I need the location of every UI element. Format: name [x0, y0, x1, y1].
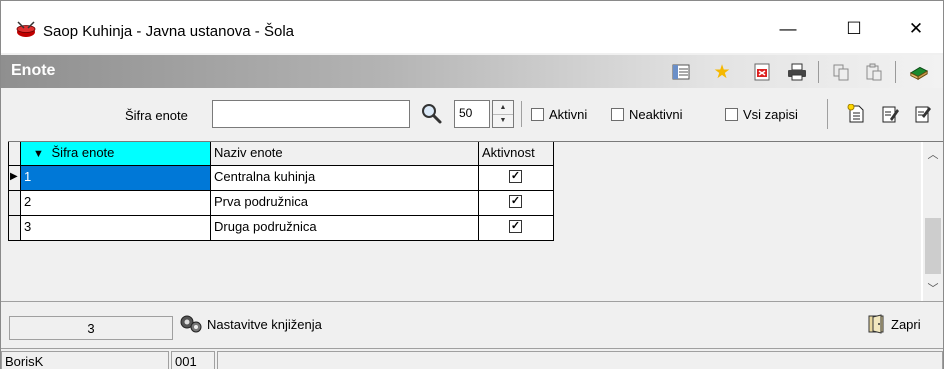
aktivnost-checkbox[interactable]: ✓	[509, 220, 522, 233]
help-book-icon[interactable]	[909, 63, 929, 81]
column-header-naziv[interactable]: Naziv enote	[211, 142, 479, 166]
star-icon[interactable]: ★	[712, 62, 732, 83]
cell-aktivnost[interactable]: ✓	[479, 166, 554, 191]
spinner-up-icon[interactable]: ▲	[493, 101, 513, 115]
scroll-thumb[interactable]	[925, 218, 941, 274]
paste-icon[interactable]	[864, 63, 884, 81]
column-header-sifra-label: Šifra enote	[51, 145, 115, 160]
cell-sifra[interactable]: 2	[21, 191, 211, 216]
vertical-scrollbar[interactable]: ︿ ﹀	[923, 142, 943, 301]
spinner-down-icon[interactable]: ▼	[493, 114, 513, 127]
sifra-enote-label: Šifra enote	[125, 108, 188, 123]
new-record-icon[interactable]	[847, 104, 865, 124]
filter-separator	[521, 101, 522, 127]
form-footer: 3 Nastavitve knjiženja Zapri	[1, 301, 943, 348]
status-message	[217, 351, 943, 369]
vsi-zapisi-checkbox[interactable]	[725, 108, 738, 121]
door-close-icon	[868, 314, 884, 334]
row-indicator	[8, 191, 21, 216]
aktivni-checkbox[interactable]	[531, 108, 544, 121]
cell-naziv[interactable]: Prva podružnica	[211, 191, 479, 216]
aktivnost-checkbox[interactable]: ✓	[509, 195, 522, 208]
toolbar-separator	[895, 61, 896, 83]
row-indicator	[8, 216, 21, 241]
cell-aktivnost[interactable]: ✓	[479, 216, 554, 241]
grid-corner	[8, 142, 21, 166]
aktivnost-checkbox[interactable]: ✓	[509, 170, 522, 183]
column-header-aktivnost[interactable]: Aktivnost	[479, 142, 554, 166]
delete-record-icon[interactable]	[914, 104, 932, 124]
app-drum-icon	[16, 21, 36, 37]
status-bar: BorisK 001	[1, 348, 943, 369]
current-row-indicator: ▶	[8, 166, 21, 191]
column-header-sifra[interactable]: ▼ Šifra enote	[21, 142, 211, 166]
zapri-button[interactable]: Zapri	[867, 314, 921, 334]
minimize-button[interactable]: —	[765, 11, 811, 47]
copy-icon[interactable]	[831, 63, 851, 81]
aktivni-label: Aktivni	[549, 107, 588, 122]
gears-icon	[180, 315, 202, 333]
close-window-button[interactable]: ✕	[893, 11, 939, 47]
cell-sifra[interactable]: 3	[21, 216, 211, 241]
maximize-button[interactable]: ☐	[831, 11, 877, 47]
status-user: BorisK	[1, 351, 169, 369]
zapri-label: Zapri	[891, 316, 921, 332]
window-title: Saop Kuhinja - Javna ustanova - Šola	[43, 23, 294, 40]
print-icon[interactable]	[787, 63, 807, 81]
record-count: 3	[9, 316, 173, 340]
cell-naziv[interactable]: Centralna kuhinja	[211, 166, 479, 191]
filter-bar: Šifra enote 50 ▲ ▼ Aktivni Neaktivni Vsi…	[1, 89, 943, 141]
list-settings-icon[interactable]	[671, 63, 691, 81]
record-limit-input[interactable]: 50	[454, 100, 490, 128]
form-title: Enote	[11, 62, 56, 79]
neaktivni-label: Neaktivni	[629, 107, 683, 122]
nastavitve-knjizenja-label: Nastavitve knjiženja	[207, 316, 322, 332]
title-bar: Saop Kuhinja - Javna ustanova - Šola — ☐…	[1, 1, 943, 53]
cell-aktivnost[interactable]: ✓	[479, 191, 554, 216]
filter-separator	[827, 99, 828, 129]
record-limit-spinner[interactable]: ▲ ▼	[492, 100, 514, 128]
edit-record-icon[interactable]	[881, 104, 899, 124]
cell-naziv[interactable]: Druga podružnica	[211, 216, 479, 241]
app-window: Saop Kuhinja - Javna ustanova - Šola — ☐…	[0, 0, 944, 369]
column-header-aktivnost-label: Aktivnost	[482, 145, 535, 160]
export-pdf-icon[interactable]	[752, 63, 772, 81]
grid-body: ▼ Šifra enote Naziv enote Aktivnost ▶ 1 …	[8, 142, 921, 301]
form-header: Enote ★	[1, 55, 943, 88]
sort-desc-icon: ▼	[33, 148, 44, 160]
nastavitve-knjizenja-button[interactable]: Nastavitve knjiženja	[179, 314, 322, 334]
cell-sifra[interactable]: 1	[21, 166, 211, 191]
column-header-naziv-label: Naziv enote	[214, 145, 283, 160]
sifra-enote-input[interactable]	[212, 100, 410, 128]
vsi-zapisi-label: Vsi zapisi	[743, 107, 798, 122]
status-code: 001	[171, 351, 215, 369]
search-icon[interactable]	[420, 102, 444, 126]
scroll-down-icon[interactable]: ﹀	[923, 278, 943, 298]
neaktivni-checkbox[interactable]	[611, 108, 624, 121]
scroll-up-icon[interactable]: ︿	[923, 144, 943, 164]
toolbar-separator	[818, 61, 819, 83]
units-grid[interactable]: ▼ Šifra enote Naziv enote Aktivnost ▶ 1 …	[8, 141, 943, 301]
